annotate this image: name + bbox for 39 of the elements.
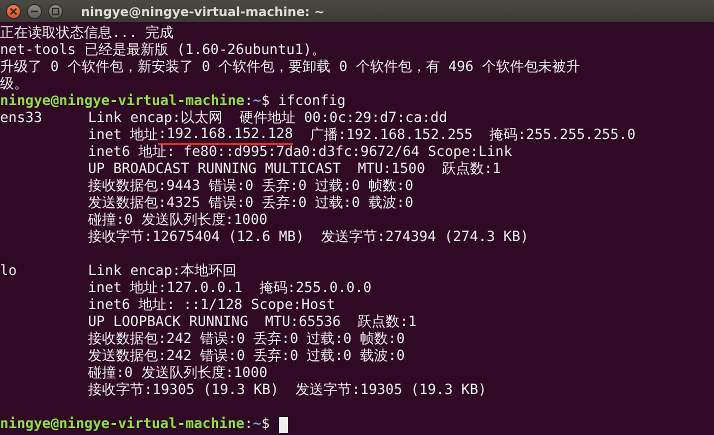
output-text: Link encap:以太网 硬件地址 00:0c:29:d7:ca:dd <box>88 110 448 127</box>
output-text: net-tools 已经是最新版 (1.60-26ubuntu1)。 <box>0 42 326 59</box>
output-text: 碰撞:0 发送队列长度:1000 <box>88 365 268 382</box>
minimize-button[interactable] <box>27 4 42 18</box>
prompt-symbol: $ <box>261 416 270 433</box>
prompt-user: ningye@ningye-virtual-machine <box>0 93 244 110</box>
output-text: inet6 地址: ::1/128 Scope:Host <box>88 297 336 314</box>
output-text: 碰撞:0 发送队列长度:1000 <box>88 212 268 229</box>
command-text: ifconfig <box>277 93 346 110</box>
output-text: 升级了 0 个软件包，新安装了 0 个软件包，要卸载 0 个软件包，有 496 个软件包未被升 <box>0 59 580 76</box>
output-text: inet 地址:127.0.0.1 掩码:255.0.0.0 <box>88 280 372 297</box>
prompt-user: ningye@ningye-virtual-machine <box>0 416 244 433</box>
output-text: inet6 地址: fe80::d995:7da0:d3fc:9672/64 Scope:Link <box>88 144 512 161</box>
prompt-separator: : <box>244 416 253 433</box>
close-icon <box>9 6 18 16</box>
output-text: Link encap:本地环回 <box>88 263 237 280</box>
output-text: UP LOOPBACK RUNNING MTU:65536 跃点数:1 <box>88 314 417 331</box>
output-text: 接收数据包:9443 错误:0 丢弃:0 过载:0 帧数:0 <box>88 178 414 195</box>
output-text: 正在读取状态信息... 完成 <box>0 25 174 42</box>
output-text: 接收字节:19305 (19.3 KB) 发送字节:19305 (19.3 KB) <box>88 382 487 399</box>
prompt-path: ~ <box>252 93 262 110</box>
output-text: 接收数据包:242 错误:0 丢弃:0 过载:0 帧数:0 <box>88 331 405 348</box>
output-text: 级。 <box>0 76 28 93</box>
interface-name: lo <box>0 263 18 280</box>
window-title: ningye@ningye-virtual-machine: ~ <box>81 4 325 18</box>
output-text: 发送数据包:4325 错误:0 丢弃:0 过载:0 载波:0 <box>88 195 414 212</box>
prompt-separator: : <box>244 93 253 110</box>
underlined-output-text: :192.168.152.128 <box>158 126 294 145</box>
prompt-symbol: $ <box>261 93 270 110</box>
interface-name: ens33 <box>0 110 44 127</box>
maximize-icon <box>51 6 60 16</box>
output-text: inet 地址 <box>88 127 158 144</box>
output-text: 广播:192.168.152.255 掩码:255.255.255.0 <box>308 127 636 144</box>
output-text: UP BROADCAST RUNNING MULTICAST MTU:1500 跃点数:1 <box>88 161 501 178</box>
output-text: 发送数据包:242 错误:0 丢弃:0 过载:0 载波:0 <box>88 348 405 365</box>
maximize-button[interactable] <box>48 4 63 18</box>
close-button[interactable] <box>6 4 21 18</box>
output-text: 接收字节:12675404 (12.6 MB) 发送字节:274394 (274.3 KB) <box>88 229 529 246</box>
prompt-path: ~ <box>252 416 262 433</box>
